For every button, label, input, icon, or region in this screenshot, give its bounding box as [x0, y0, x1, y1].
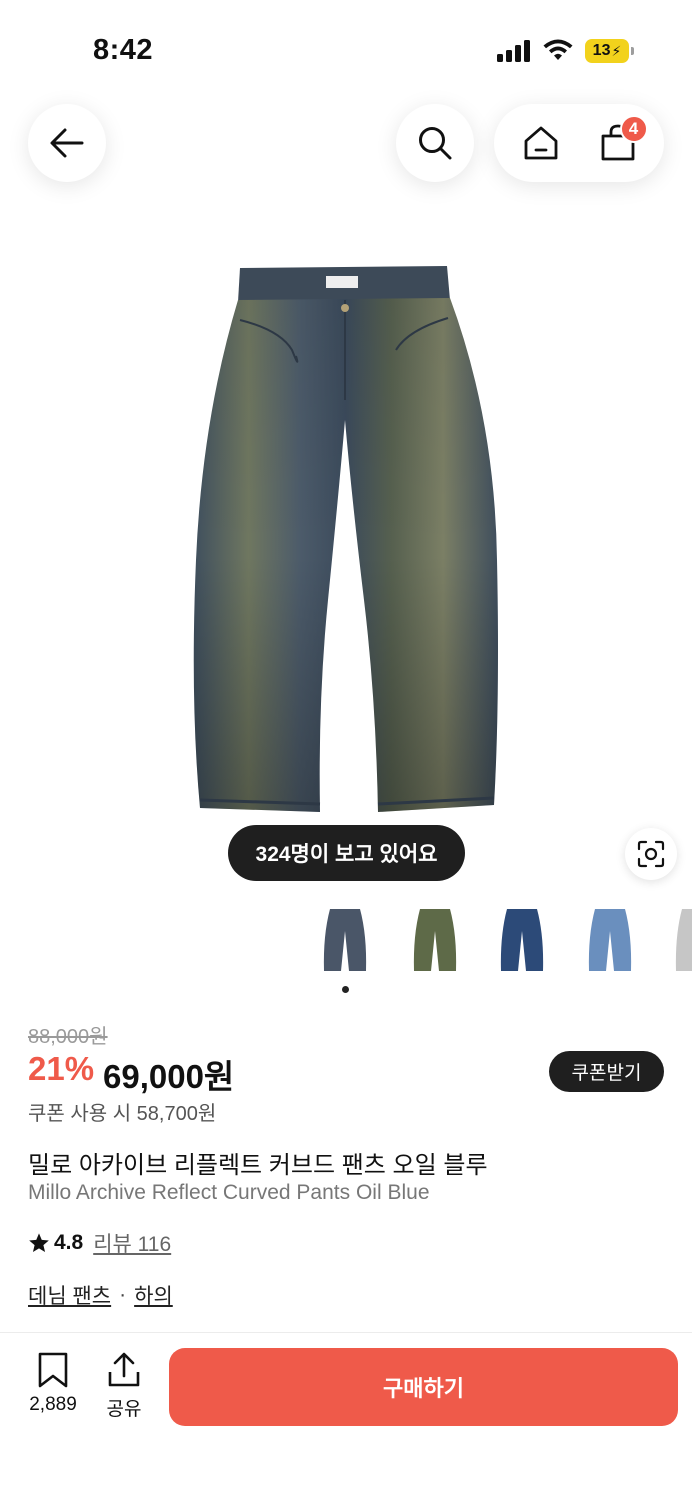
buy-button[interactable]: 구매하기: [169, 1348, 678, 1426]
pants-thumbnail: [413, 909, 457, 971]
category-separator: ·: [119, 1283, 127, 1306]
camera-scan-icon: [637, 840, 665, 868]
sale-price: 69,000원: [103, 1058, 235, 1095]
home-icon: [524, 126, 557, 160]
product-image[interactable]: [0, 200, 692, 880]
header-actions: 4: [494, 104, 664, 182]
pants-thumbnail: [675, 909, 692, 971]
search-icon: [419, 127, 452, 160]
get-coupon-button[interactable]: 쿠폰받기: [549, 1051, 664, 1092]
home-button[interactable]: [511, 113, 571, 173]
cart-button[interactable]: 4: [588, 113, 648, 173]
rating-row: 4.8 리뷰 116: [28, 1228, 171, 1258]
status-bar: 8:42 13 ⚡: [0, 0, 692, 100]
coupon-price: 쿠폰 사용 시 58,700원: [28, 1103, 217, 1125]
discount-rate: 21%: [28, 1050, 95, 1087]
thumbnail-light-blue[interactable]: [570, 898, 650, 982]
share-button[interactable]: 공유: [98, 1352, 150, 1421]
arrow-left-icon: [50, 128, 84, 158]
share-label: 공유: [106, 1399, 142, 1420]
bookmark-icon: [38, 1352, 68, 1388]
carousel-indicator: [342, 986, 349, 993]
battery-icon: 13 ⚡: [585, 39, 635, 63]
thumbnail-strip: [0, 898, 692, 982]
bookmark-button[interactable]: 2,889: [20, 1352, 86, 1416]
back-button[interactable]: [28, 104, 106, 182]
thumbnail-olive[interactable]: [395, 898, 475, 982]
product-title: 밀로 아카이브 리플렉트 커브드 팬츠 오일 블루: [28, 1152, 488, 1179]
thumbnail-dark-wash[interactable]: [305, 898, 385, 982]
bookmark-count: 2,889: [29, 1394, 77, 1415]
category-breadcrumb: 데님 팬츠 · 하의: [28, 1280, 173, 1310]
original-price: 88,000원: [28, 1026, 108, 1048]
pants-thumbnail: [500, 909, 544, 971]
cellular-signal-icon: [497, 40, 530, 62]
battery-level: 13: [592, 42, 611, 59]
thumbnail-grey[interactable]: [657, 898, 692, 982]
status-time: 8:42: [93, 34, 154, 66]
reviews-link[interactable]: 리뷰 116: [93, 1228, 171, 1258]
rating-score: 4.8: [54, 1231, 84, 1254]
visual-search-button[interactable]: [625, 828, 677, 880]
category-bottoms-link[interactable]: 하의: [134, 1280, 173, 1310]
star-icon: [29, 1233, 49, 1252]
category-denim-pants-link[interactable]: 데님 팬츠: [28, 1280, 111, 1310]
wifi-icon: [543, 39, 573, 60]
search-button[interactable]: [396, 104, 474, 182]
share-icon: [108, 1352, 140, 1387]
pants-thumbnail: [588, 909, 632, 971]
pants-thumbnail: [323, 909, 367, 971]
viewers-badge: 324명이 보고 있어요: [228, 825, 465, 881]
cart-count-badge: 4: [619, 115, 648, 143]
product-title-english: Millo Archive Reflect Curved Pants Oil B…: [28, 1181, 430, 1204]
thumbnail-blue[interactable]: [482, 898, 562, 982]
